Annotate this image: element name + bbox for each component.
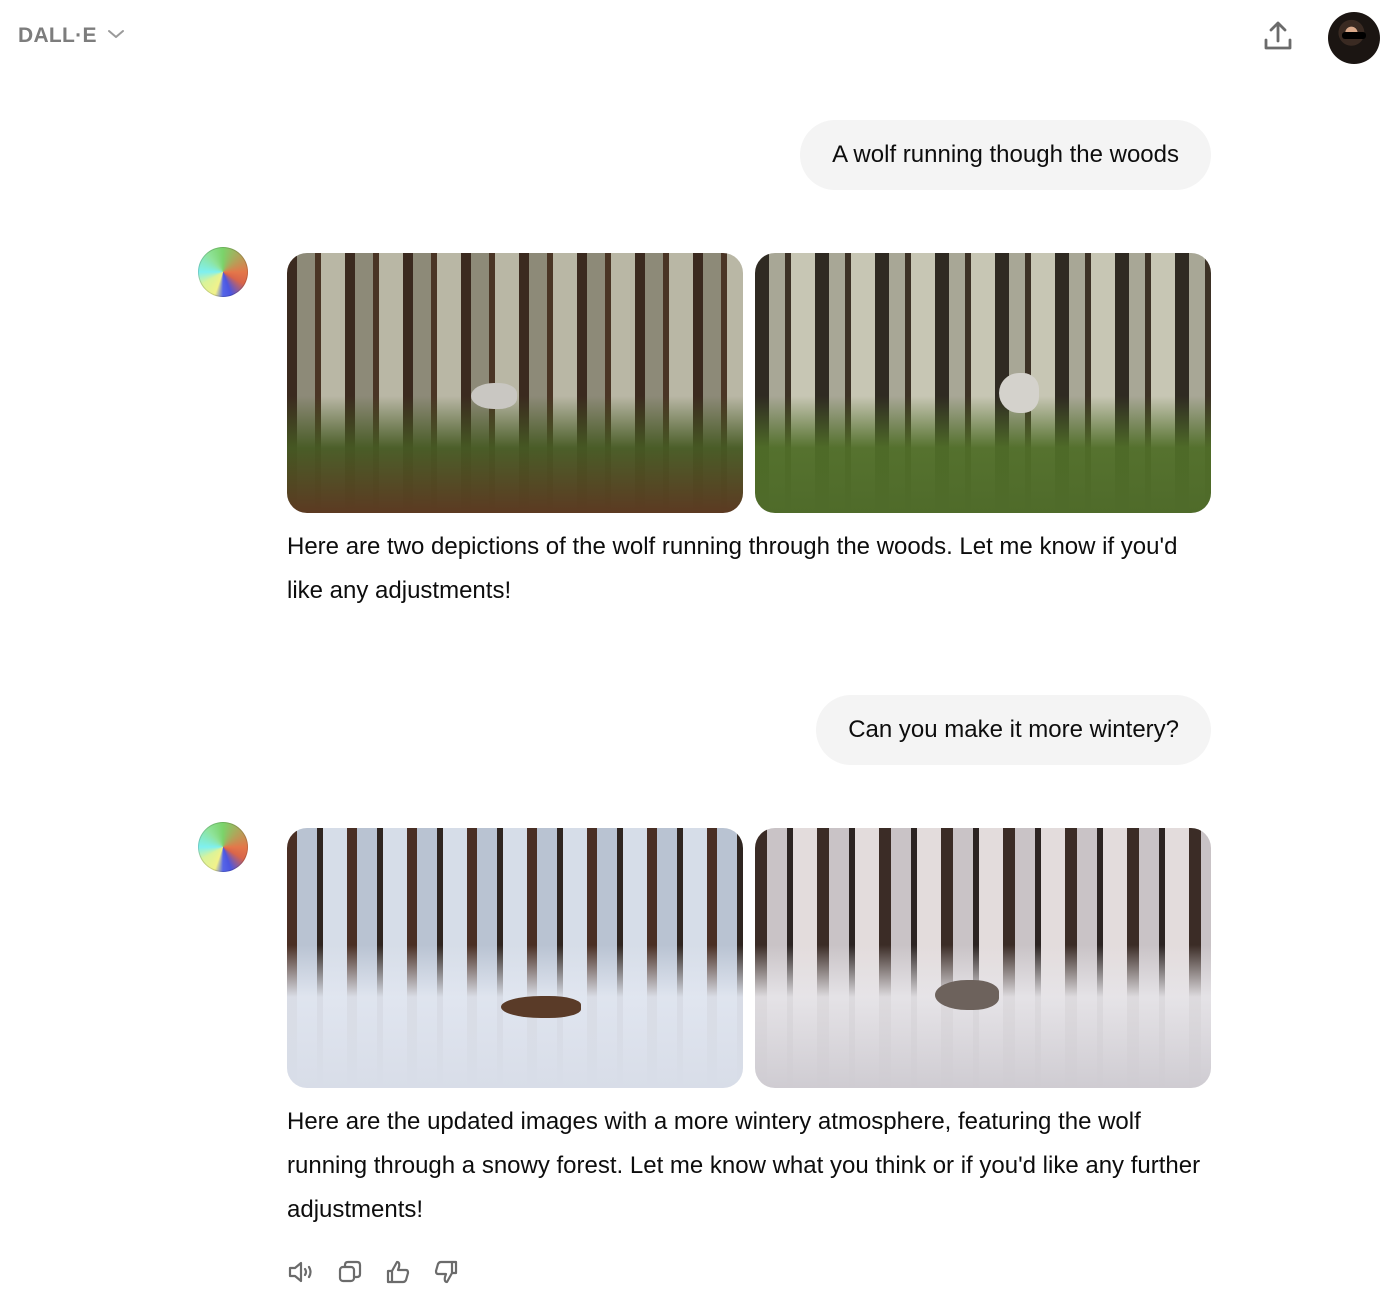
assistant-message-text: Here are two depictions of the wolf runn… [287, 533, 1178, 604]
thumbs-up-button[interactable] [385, 1260, 411, 1288]
dalle-color-wheel-icon [198, 822, 248, 872]
generated-image[interactable] [287, 828, 743, 1088]
assistant-message-text: Here are the updated images with a more … [287, 1108, 1201, 1223]
generated-image[interactable] [755, 253, 1211, 513]
thumbs-up-icon [385, 1259, 411, 1290]
speaker-icon [287, 1259, 317, 1290]
model-switcher[interactable]: DALL·E [18, 24, 125, 48]
user-message: Can you make it more wintery? [816, 695, 1211, 765]
user-message-text: Can you make it more wintery? [848, 716, 1179, 743]
user-message-text: A wolf running though the woods [832, 141, 1179, 168]
generated-image-row [287, 253, 1211, 513]
wolf-figure [501, 996, 581, 1018]
message-actions [287, 1259, 459, 1290]
generated-image-row [287, 828, 1211, 1088]
copy-icon [337, 1259, 363, 1290]
share-button[interactable] [1258, 18, 1298, 58]
chevron-down-icon [107, 27, 125, 45]
top-bar: DALL·E [0, 0, 1400, 76]
generated-image[interactable] [287, 253, 743, 513]
wolf-figure [999, 373, 1039, 413]
wolf-figure [471, 383, 517, 409]
thumbs-down-button[interactable] [433, 1260, 459, 1288]
copy-button[interactable] [337, 1260, 363, 1288]
thumbs-down-icon [433, 1259, 459, 1290]
dalle-color-wheel-icon [198, 247, 248, 297]
user-message: A wolf running though the woods [800, 120, 1211, 190]
model-name: DALL·E [18, 24, 97, 47]
user-avatar[interactable] [1328, 12, 1380, 64]
wolf-figure [935, 980, 999, 1010]
generated-image[interactable] [755, 828, 1211, 1088]
share-upload-icon [1262, 19, 1294, 58]
read-aloud-button[interactable] [287, 1259, 317, 1290]
avatar-glasses-detail [1342, 32, 1366, 39]
